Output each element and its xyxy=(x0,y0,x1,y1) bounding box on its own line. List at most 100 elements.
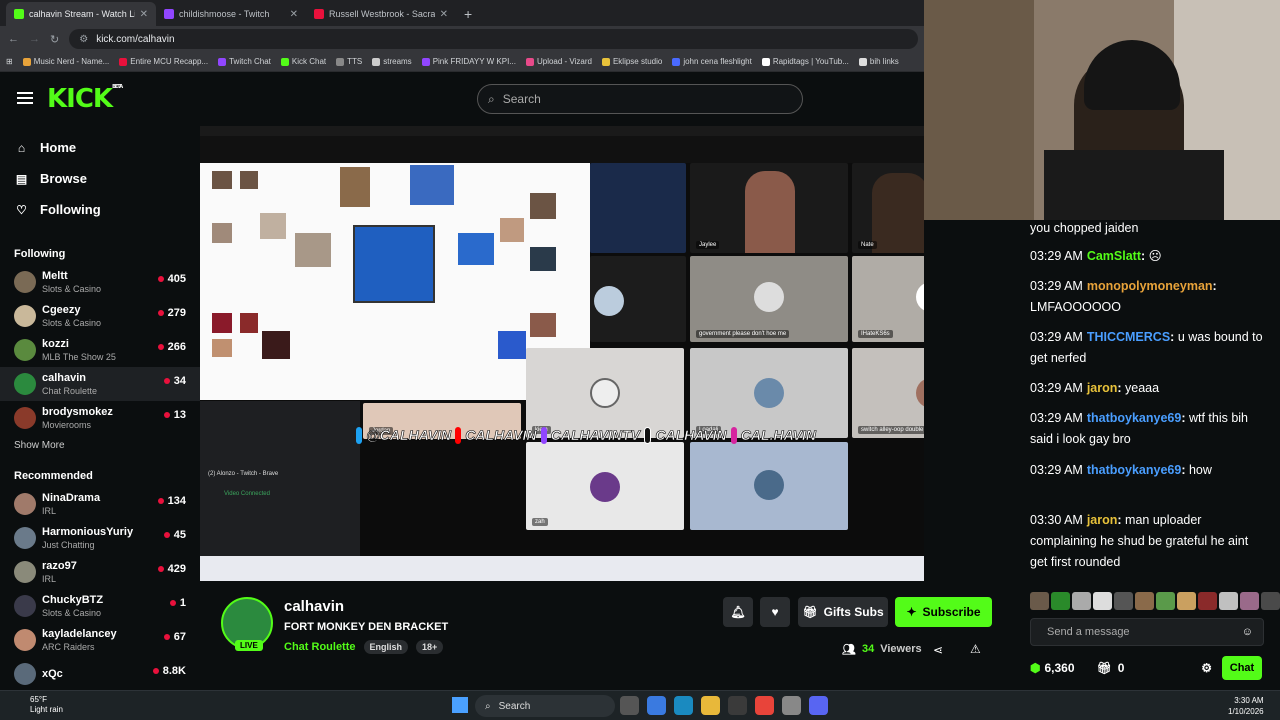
app-icon[interactable] xyxy=(647,696,666,715)
channel-item[interactable]: Meltt Slots & Casino 405 xyxy=(0,265,200,299)
category-link[interactable]: Chat Roulette xyxy=(284,641,356,653)
chrome-icon[interactable] xyxy=(755,696,774,715)
gift-icon[interactable]: 🎁︎ xyxy=(1097,661,1112,675)
bookmark[interactable]: Entire MCU Recapp... xyxy=(119,57,208,66)
chat-username[interactable]: thatboykanye69 xyxy=(1087,463,1181,477)
browser-tab-westbrook[interactable]: Russell Westbrook - Sacrament ✕ xyxy=(306,2,456,26)
reload-icon[interactable]: ↻ xyxy=(50,33,59,46)
bookmark[interactable]: TTS xyxy=(336,57,362,66)
bookmark[interactable]: Pink FRIDAYY W KPI... xyxy=(421,57,516,66)
taskbar-search[interactable]: ⌕ Search xyxy=(475,695,615,717)
channel-item[interactable]: kayladelancey ARC Raiders 67 xyxy=(0,623,200,657)
close-tab-icon[interactable]: ✕ xyxy=(440,9,448,20)
weather-widget[interactable]: 65°F Light rain xyxy=(30,695,63,715)
tile-label: Nate xyxy=(858,241,877,249)
emoji-icon[interactable]: ☺ xyxy=(1242,626,1253,638)
show-more-button[interactable]: Show More xyxy=(0,435,200,457)
close-tab-icon[interactable]: ✕ xyxy=(290,9,298,20)
start-icon[interactable] xyxy=(452,697,468,713)
tag-mature[interactable]: 18+ xyxy=(416,640,444,654)
twitter-icon xyxy=(356,426,363,444)
back-icon[interactable]: ← xyxy=(8,33,19,45)
bookmark[interactable]: Rapidtags | YouTub... xyxy=(761,57,849,66)
chat-username[interactable]: jaron xyxy=(1087,513,1118,527)
gift-subs-button[interactable]: 🎁︎ Gifts Subs xyxy=(798,597,888,627)
chat-send-button[interactable]: Chat xyxy=(1222,656,1262,680)
points-count: 6,360 xyxy=(1044,661,1075,675)
channel-item[interactable]: ChuckyBTZ Slots & Casino 1 xyxy=(0,589,200,623)
edge-icon[interactable] xyxy=(674,696,693,715)
emote[interactable] xyxy=(1051,592,1070,610)
kick-logo[interactable]: KICKBETA xyxy=(47,84,123,114)
new-tab-button[interactable]: + xyxy=(456,2,480,26)
channel-item[interactable]: Cgeezy Slots & Casino 279 xyxy=(0,299,200,333)
chat-username[interactable]: jaron xyxy=(1087,381,1118,395)
share-icon[interactable]: ⋖ xyxy=(933,643,943,657)
chat-username[interactable]: CamSlatt xyxy=(1087,249,1141,263)
emote[interactable] xyxy=(1198,592,1217,610)
channel-item[interactable]: razo97 IRL 429 xyxy=(0,555,200,589)
close-tab-icon[interactable]: ✕ xyxy=(140,9,148,20)
channel-item[interactable]: xQc 8.8K xyxy=(0,657,200,690)
emote[interactable] xyxy=(1030,592,1049,610)
chat-username[interactable]: thatboykanye69 xyxy=(1087,411,1181,425)
search-input[interactable]: ⌕ Search xyxy=(477,84,803,114)
browser-tab-twitch[interactable]: childishmoose - Twitch ✕ xyxy=(156,2,306,26)
chat-username[interactable]: THICCMERCS xyxy=(1087,330,1170,344)
channel-item[interactable]: brodysmokez Movierooms 13 xyxy=(0,401,200,435)
bookmark[interactable]: Upload - Vizard xyxy=(525,57,592,66)
bookmark[interactable]: Twitch Chat xyxy=(218,57,271,66)
bookmark[interactable]: Eklipse studio xyxy=(601,57,662,66)
emote[interactable] xyxy=(1240,592,1259,610)
emote[interactable] xyxy=(1072,592,1091,610)
channel-item[interactable]: NinaDrama IRL 134 xyxy=(0,487,200,521)
bookmark[interactable]: bih links xyxy=(858,57,899,66)
video-player[interactable]: Jaylee Nate government please don't hoe … xyxy=(200,126,924,581)
emote[interactable] xyxy=(1114,592,1133,610)
channel-name: Cgeezy xyxy=(42,303,81,316)
app-icon[interactable] xyxy=(782,696,801,715)
emote[interactable] xyxy=(1093,592,1112,610)
emote[interactable] xyxy=(1177,592,1196,610)
system-clock[interactable]: 3:30 AM 1/10/2026 xyxy=(1228,695,1264,717)
chat-message: 03:29 AM thatboykanye69: wtf this bih sai… xyxy=(1030,411,1249,446)
chat-input[interactable]: Send a message ☺ xyxy=(1030,618,1264,646)
site-info-icon[interactable]: ⚙ xyxy=(79,34,88,45)
channel-item[interactable]: HarmoniousYuriy Just Chatting 45 xyxy=(0,521,200,555)
emote[interactable] xyxy=(1156,592,1175,610)
subscribe-button[interactable]: ✦ Subscribe xyxy=(895,597,992,627)
discord-icon[interactable] xyxy=(809,696,828,715)
channel-item[interactable]: calhavin Chat Roulette 34 xyxy=(0,367,200,401)
emote[interactable] xyxy=(1219,592,1238,610)
chat-username[interactable]: monopolymoneyman xyxy=(1087,279,1213,293)
emote[interactable] xyxy=(1261,592,1280,610)
channel-item[interactable]: kozzi MLB The Show 25 266 xyxy=(0,333,200,367)
channel-category: MLB The Show 25 xyxy=(42,351,116,362)
following-section-title: Following xyxy=(14,248,66,260)
bookmark[interactable]: Music Nerd - Name... xyxy=(22,57,109,66)
menu-icon[interactable] xyxy=(17,92,33,104)
bookmark[interactable]: Kick Chat xyxy=(280,57,326,66)
notification-button[interactable]: 🔔︎ xyxy=(723,597,753,627)
bookmark[interactable]: john cena fleshlight xyxy=(672,57,752,66)
url-field[interactable]: ⚙ kick.com/calhavin xyxy=(69,29,918,49)
bookmark[interactable]: streams xyxy=(372,57,412,66)
nav-browse[interactable]: ▤ Browse xyxy=(0,163,200,194)
task-view-icon[interactable] xyxy=(620,696,639,715)
folder-icon[interactable] xyxy=(701,696,720,715)
streamer-name[interactable]: calhavin xyxy=(284,598,344,615)
report-icon[interactable]: ⚠ xyxy=(970,642,981,656)
apps-icon[interactable]: ⊞ xyxy=(6,57,13,66)
tag-language[interactable]: English xyxy=(363,640,409,654)
viewer-count: 45 xyxy=(163,529,186,541)
emote[interactable] xyxy=(1135,592,1154,610)
nav-home[interactable]: ⌂ Home xyxy=(0,132,200,163)
store-icon[interactable] xyxy=(728,696,747,715)
follow-button[interactable]: ♥ xyxy=(760,597,790,627)
nav-following[interactable]: ♡ Following xyxy=(0,194,200,225)
browser-tab-kick[interactable]: calhavin Stream - Watch Li ✕ xyxy=(6,2,156,26)
points-icon[interactable]: ⬢ xyxy=(1030,661,1040,675)
forward-icon[interactable]: → xyxy=(29,33,40,45)
viewer-count: 13 xyxy=(163,409,186,421)
settings-icon[interactable]: ⚙ xyxy=(1201,661,1212,675)
